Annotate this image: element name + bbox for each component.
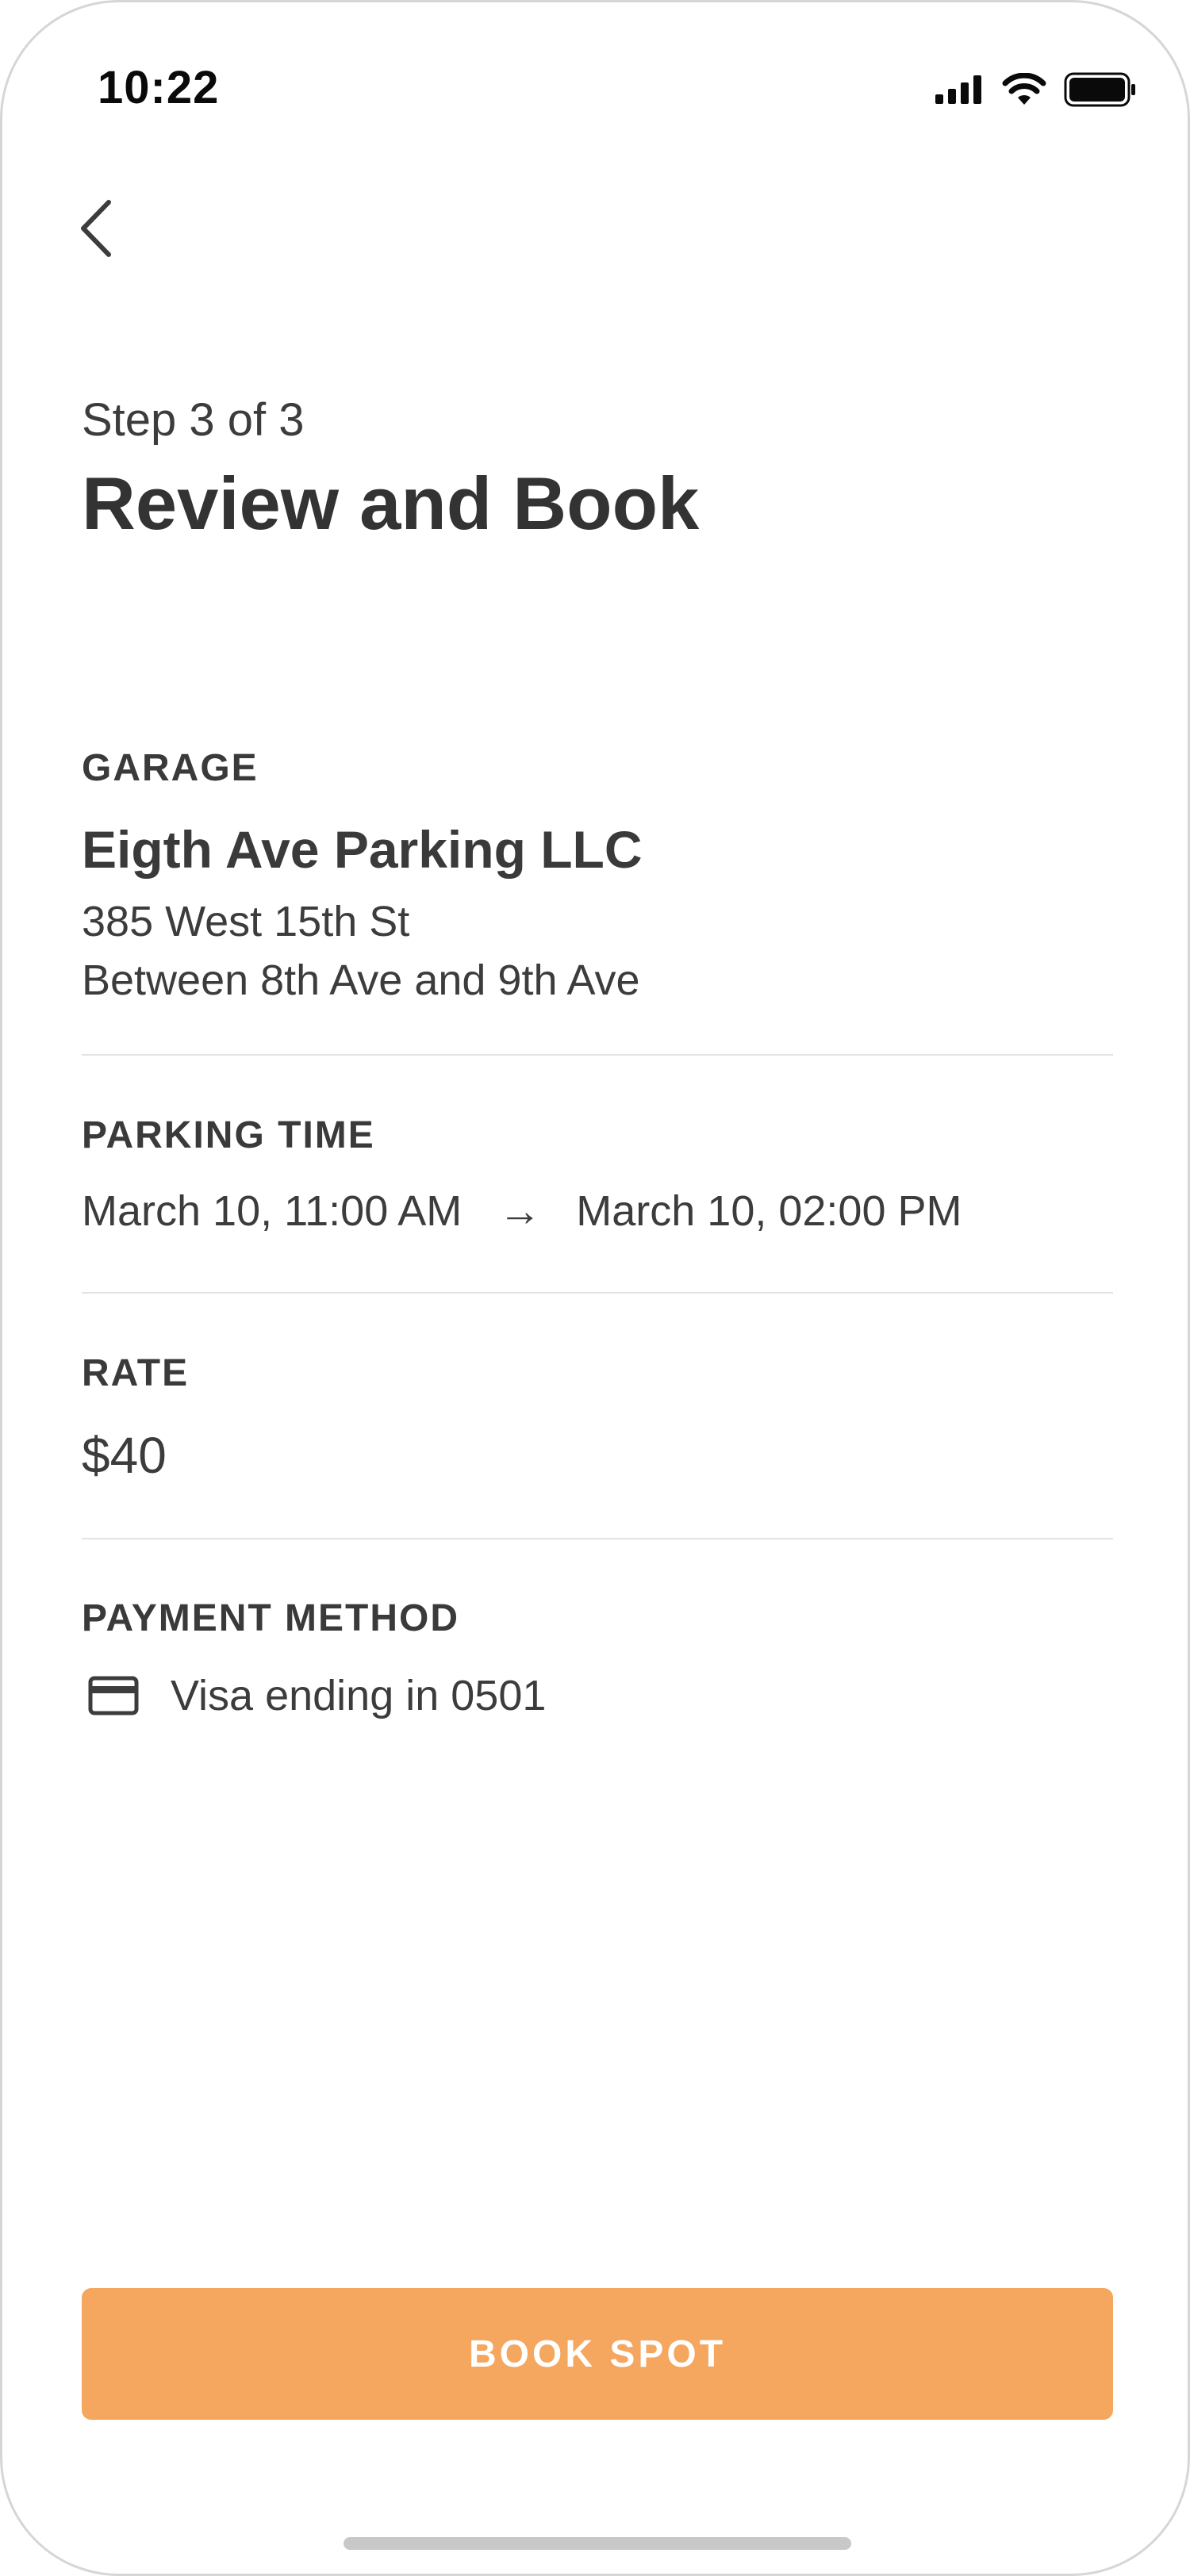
payment-method-row[interactable]: Visa ending in 0501 bbox=[88, 1671, 546, 1720]
status-bar: 10:22 bbox=[2, 2, 1188, 185]
page-title: Review and Book bbox=[82, 462, 700, 545]
arrow-right-icon: → bbox=[498, 1187, 542, 1235]
home-indicator bbox=[344, 2537, 851, 2550]
status-icons bbox=[934, 72, 1137, 111]
phone-screen: 10:22 Step 3 of 3 Review and Book GARAGE… bbox=[0, 0, 1190, 2576]
divider bbox=[82, 1292, 1113, 1294]
cellular-signal-icon bbox=[934, 74, 985, 109]
start-time: March 10, 11:00 AM bbox=[82, 1187, 463, 1235]
book-spot-button[interactable]: BOOK SPOT bbox=[82, 2288, 1113, 2420]
payment-method-label: PAYMENT METHOD bbox=[82, 1597, 460, 1639]
rate-section: RATE bbox=[82, 1351, 1113, 1395]
rate-label: RATE bbox=[82, 1352, 190, 1394]
back-button[interactable] bbox=[75, 193, 123, 264]
divider bbox=[82, 1538, 1113, 1539]
payment-method-text: Visa ending in 0501 bbox=[171, 1672, 547, 1719]
end-time: March 10, 02:00 PM bbox=[576, 1187, 962, 1235]
parking-time-label: PARKING TIME bbox=[82, 1114, 375, 1156]
garage-section: GARAGE bbox=[82, 746, 1113, 790]
rate-value: $40 bbox=[82, 1427, 167, 1484]
garage-label: GARAGE bbox=[82, 747, 259, 789]
garage-address-line2: Between 8th Ave and 9th Ave bbox=[82, 956, 640, 1004]
parking-time-row: March 10, 11:00 AM → March 10, 02:00 PM bbox=[82, 1186, 962, 1236]
parking-time-section: PARKING TIME bbox=[82, 1114, 1113, 1157]
wifi-icon bbox=[1002, 72, 1046, 110]
credit-card-icon bbox=[88, 1676, 139, 1715]
garage-address-line1: 385 West 15th St bbox=[82, 898, 410, 945]
divider bbox=[82, 1054, 1113, 1056]
payment-section: PAYMENT METHOD bbox=[82, 1597, 1113, 1640]
battery-icon bbox=[1064, 72, 1137, 111]
garage-name: Eigth Ave Parking LLC bbox=[82, 820, 643, 879]
step-indicator: Step 3 of 3 bbox=[82, 394, 305, 446]
chevron-left-icon bbox=[81, 200, 111, 257]
status-time: 10:22 bbox=[98, 62, 220, 113]
